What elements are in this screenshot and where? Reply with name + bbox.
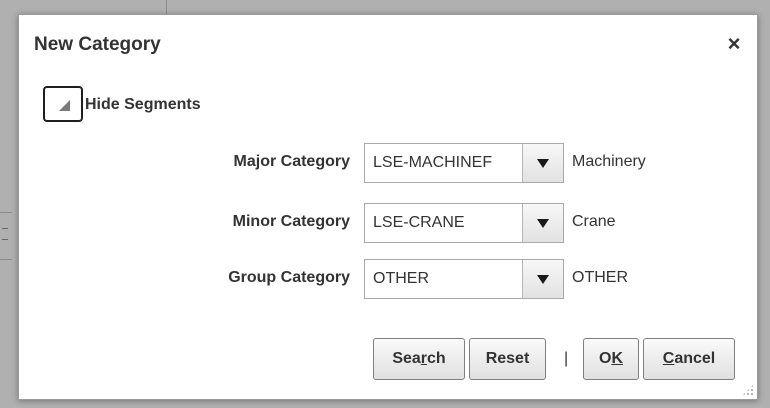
group-category-dropdown-button[interactable] — [523, 260, 563, 298]
hide-segments-toggle[interactable] — [43, 86, 83, 122]
minor-category-dropdown-button[interactable] — [523, 204, 563, 242]
minor-category-label: Minor Category — [232, 213, 350, 230]
group-category-input[interactable] — [365, 260, 523, 298]
group-category-description: OTHER — [572, 269, 628, 286]
close-icon[interactable]: × — [723, 33, 745, 55]
ok-label-start: O — [598, 350, 612, 367]
button-separator: | — [564, 350, 569, 367]
major-category-label: Major Category — [233, 153, 350, 170]
dialog-title: New Category — [34, 34, 161, 55]
group-category-combobox — [364, 259, 564, 299]
major-category-input[interactable] — [365, 144, 523, 182]
minor-category-combobox — [364, 203, 564, 243]
hide-segments-label[interactable]: Hide Segments — [85, 96, 201, 114]
search-label-end: ch — [427, 350, 446, 367]
cancel-button[interactable]: Cancel — [643, 338, 735, 380]
search-button[interactable]: Search — [373, 338, 465, 380]
minor-category-description: Crane — [572, 213, 616, 230]
ok-button[interactable]: OK — [583, 338, 639, 380]
new-category-dialog: New Category × Hide Segments Major Categ… — [18, 14, 758, 400]
chevron-down-icon — [537, 159, 549, 168]
triangle-expanded-icon — [59, 100, 70, 111]
minor-category-input[interactable] — [365, 204, 523, 242]
major-category-combobox — [364, 143, 564, 183]
background-splitter-handle — [2, 228, 8, 240]
group-category-label: Group Category — [228, 269, 350, 286]
ok-accesskey: K — [611, 350, 623, 367]
cancel-accesskey: C — [662, 350, 675, 367]
major-category-description: Machinery — [572, 153, 646, 170]
resize-grip-icon[interactable] — [742, 384, 754, 396]
background-divider — [166, 0, 167, 14]
cancel-label-end: ancel — [674, 350, 716, 367]
major-category-dropdown-button[interactable] — [523, 144, 563, 182]
chevron-down-icon — [537, 275, 549, 284]
search-label-start: Sea — [392, 350, 421, 367]
reset-button[interactable]: Reset — [469, 338, 546, 380]
chevron-down-icon — [537, 219, 549, 228]
